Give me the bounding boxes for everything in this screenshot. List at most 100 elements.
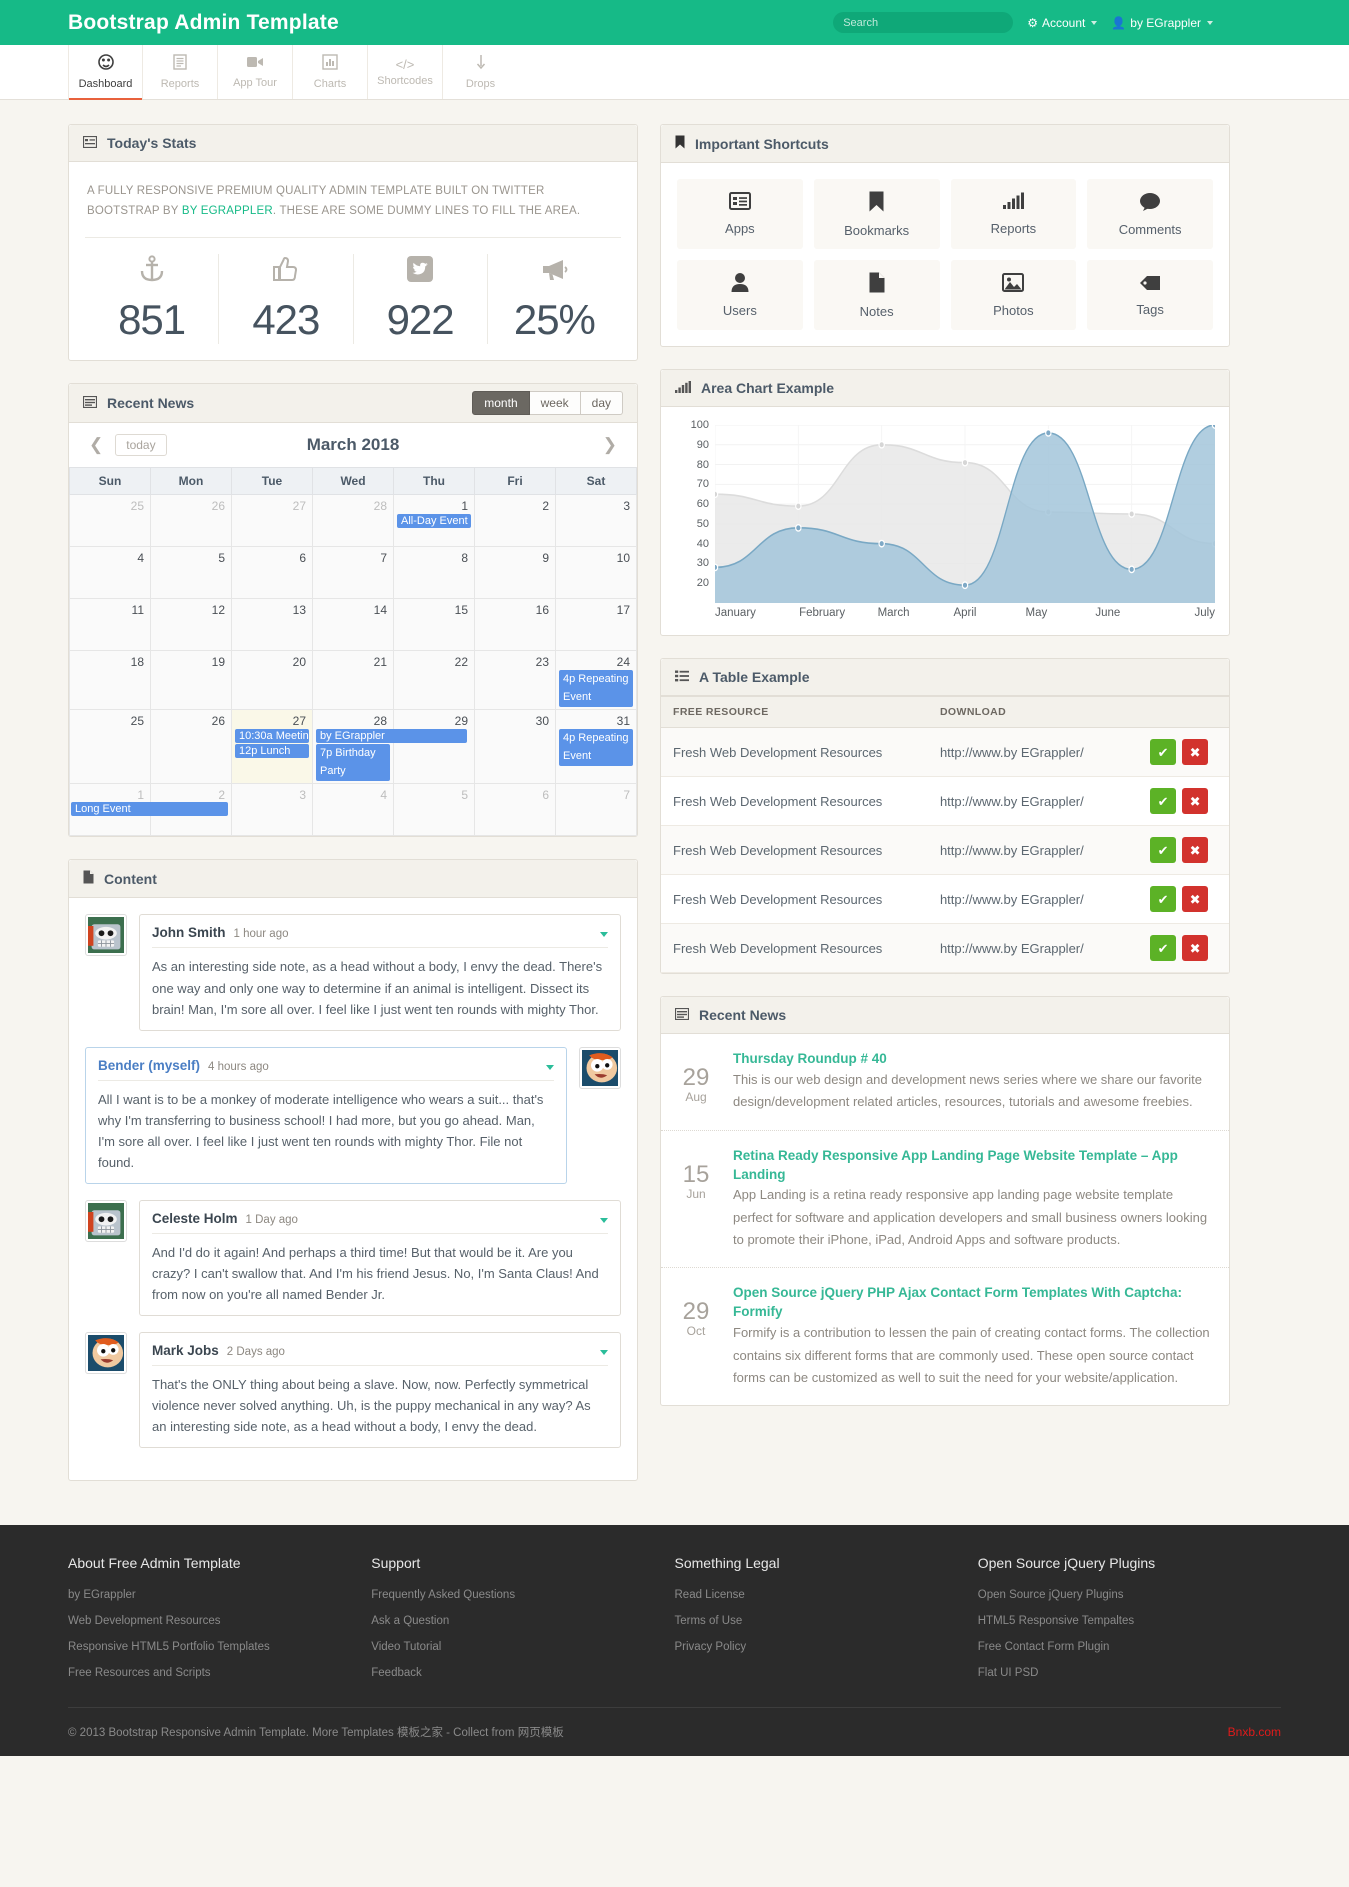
- calendar-event[interactable]: All-Day Event: [397, 514, 471, 529]
- footer-link[interactable]: HTML5 Responsive Tempaltes: [978, 1615, 1281, 1627]
- footer-link[interactable]: Responsive HTML5 Portfolio Templates: [68, 1641, 371, 1653]
- approve-button[interactable]: ✔: [1150, 935, 1177, 961]
- calendar-day-cell[interactable]: 3: [231, 783, 313, 837]
- view-month-button[interactable]: month: [472, 391, 530, 416]
- calendar-day-cell[interactable]: 29: [393, 709, 475, 785]
- calendar-day-cell[interactable]: 28: [312, 494, 394, 548]
- calendar-day-cell[interactable]: 21: [312, 650, 394, 711]
- calendar-day-cell[interactable]: 14: [312, 598, 394, 652]
- calendar-day-cell[interactable]: 6: [474, 783, 556, 837]
- news-title-link[interactable]: Open Source jQuery PHP Ajax Contact Form…: [733, 1285, 1182, 1319]
- calendar-day-cell[interactable]: 20: [231, 650, 313, 711]
- tab-charts[interactable]: Charts: [293, 45, 368, 99]
- footer-link[interactable]: Read License: [675, 1589, 978, 1601]
- approve-button[interactable]: ✔: [1150, 886, 1177, 912]
- news-title-link[interactable]: Retina Ready Responsive App Landing Page…: [733, 1148, 1178, 1182]
- calendar-day-cell[interactable]: 7: [312, 546, 394, 600]
- calendar-day-cell[interactable]: 31 4p Repeating Event: [555, 709, 637, 785]
- reject-button[interactable]: ✖: [1182, 739, 1209, 765]
- footer-link[interactable]: Privacy Policy: [675, 1641, 978, 1653]
- calendar-day-cell[interactable]: 27 10:30a Meeting 12p Lunch: [231, 709, 313, 785]
- calendar-day-cell[interactable]: 7: [555, 783, 637, 837]
- calendar-day-cell[interactable]: 10: [555, 546, 637, 600]
- shortcut-reports[interactable]: Reports: [950, 179, 1077, 249]
- prev-month-icon[interactable]: ❮: [83, 435, 109, 455]
- calendar-day-cell[interactable]: 5: [393, 783, 475, 837]
- search-input[interactable]: [833, 12, 1014, 33]
- today-button[interactable]: today: [115, 434, 167, 457]
- calendar-day-cell[interactable]: 24 4p Repeating Event: [555, 650, 637, 711]
- calendar-day-cell[interactable]: 5: [150, 546, 232, 600]
- calendar-day-cell[interactable]: 15: [393, 598, 475, 652]
- calendar-day-cell[interactable]: 8: [393, 546, 475, 600]
- calendar-day-cell[interactable]: 25: [69, 494, 151, 548]
- footer-link[interactable]: Feedback: [371, 1667, 674, 1679]
- calendar-day-cell[interactable]: 18: [69, 650, 151, 711]
- calendar-day-cell[interactable]: 28 by EGrappler 7p Birthday Party: [312, 709, 468, 785]
- egrappler-link[interactable]: BY EGRAPPLER: [182, 205, 273, 217]
- tab-drops[interactable]: Drops: [443, 45, 518, 99]
- calendar-event[interactable]: 7p Birthday Party: [316, 744, 390, 782]
- shortcut-tags[interactable]: Tags: [1087, 260, 1213, 330]
- footer-link[interactable]: Video Tutorial: [371, 1641, 674, 1653]
- footer-link[interactable]: Web Development Resources: [68, 1615, 371, 1627]
- reject-button[interactable]: ✖: [1182, 788, 1209, 814]
- calendar-day-cell[interactable]: 3: [555, 494, 637, 548]
- calendar-day-cell[interactable]: 27: [231, 494, 313, 548]
- approve-button[interactable]: ✔: [1150, 788, 1177, 814]
- tab-app-tour[interactable]: App Tour: [218, 45, 293, 99]
- shortcut-users[interactable]: Users: [677, 260, 803, 330]
- calendar-event-span[interactable]: Long Event: [71, 802, 228, 817]
- calendar-event[interactable]: by EGrappler: [316, 729, 468, 744]
- calendar-day-cell[interactable]: 6: [231, 546, 313, 600]
- calendar-day-cell[interactable]: 17: [555, 598, 637, 652]
- calendar-day-cell[interactable]: 16: [474, 598, 556, 652]
- calendar-day-cell[interactable]: 2: [474, 494, 556, 548]
- calendar-day-cell[interactable]: 4: [69, 546, 151, 600]
- chevron-down-icon[interactable]: [600, 932, 608, 938]
- shortcut-photos[interactable]: Photos: [950, 260, 1077, 330]
- chevron-down-icon[interactable]: [546, 1064, 554, 1070]
- calendar-event[interactable]: 4p Repeating Event: [559, 670, 633, 708]
- footer-link[interactable]: Free Contact Form Plugin: [978, 1641, 1281, 1653]
- reject-button[interactable]: ✖: [1182, 837, 1209, 863]
- calendar-day-cell[interactable]: 4: [312, 783, 394, 837]
- footer-link[interactable]: Terms of Use: [675, 1615, 978, 1627]
- footer-link[interactable]: Flat UI PSD: [978, 1667, 1281, 1679]
- calendar-day-cell[interactable]: 9: [474, 546, 556, 600]
- calendar-day-cell[interactable]: 26: [150, 709, 232, 785]
- approve-button[interactable]: ✔: [1150, 837, 1177, 863]
- footer-link[interactable]: Ask a Question: [371, 1615, 674, 1627]
- calendar-day-cell[interactable]: 1 Long Event: [69, 783, 228, 837]
- shortcut-comments[interactable]: Comments: [1087, 179, 1213, 249]
- reject-button[interactable]: ✖: [1182, 886, 1209, 912]
- shortcut-notes[interactable]: Notes: [813, 260, 940, 330]
- approve-button[interactable]: ✔: [1150, 739, 1177, 765]
- footer-link[interactable]: by EGrappler: [68, 1589, 371, 1601]
- calendar-day-cell[interactable]: 1 All-Day Event: [393, 494, 475, 548]
- footer-link[interactable]: Frequently Asked Questions: [371, 1589, 674, 1601]
- view-week-button[interactable]: week: [529, 391, 581, 416]
- calendar-day-cell[interactable]: 23: [474, 650, 556, 711]
- calendar-day-cell[interactable]: 30: [474, 709, 556, 785]
- view-day-button[interactable]: day: [580, 391, 623, 416]
- chevron-down-icon[interactable]: [600, 1217, 608, 1223]
- tab-shortcodes[interactable]: </> Shortcodes: [368, 45, 443, 99]
- calendar-event[interactable]: 4p Repeating Event: [559, 729, 633, 767]
- calendar-day-cell[interactable]: 25: [69, 709, 151, 785]
- next-month-icon[interactable]: ❯: [597, 435, 623, 455]
- footer-link[interactable]: Open Source jQuery Plugins: [978, 1589, 1281, 1601]
- calendar-day-cell[interactable]: 11: [69, 598, 151, 652]
- calendar-event[interactable]: 10:30a Meeting: [235, 729, 309, 744]
- calendar-day-cell[interactable]: 12: [150, 598, 232, 652]
- news-title-link[interactable]: Thursday Roundup # 40: [733, 1051, 887, 1066]
- shortcut-bookmarks[interactable]: Bookmarks: [813, 179, 940, 249]
- account-menu[interactable]: ⚙ Account: [1027, 16, 1098, 30]
- calendar-day-cell[interactable]: 13: [231, 598, 313, 652]
- tab-dashboard[interactable]: Dashboard: [68, 45, 143, 100]
- calendar-day-cell[interactable]: 22: [393, 650, 475, 711]
- calendar-day-cell[interactable]: 26: [150, 494, 232, 548]
- reject-button[interactable]: ✖: [1182, 935, 1209, 961]
- calendar-event[interactable]: 12p Lunch: [235, 744, 309, 759]
- footer-link[interactable]: Free Resources and Scripts: [68, 1667, 371, 1679]
